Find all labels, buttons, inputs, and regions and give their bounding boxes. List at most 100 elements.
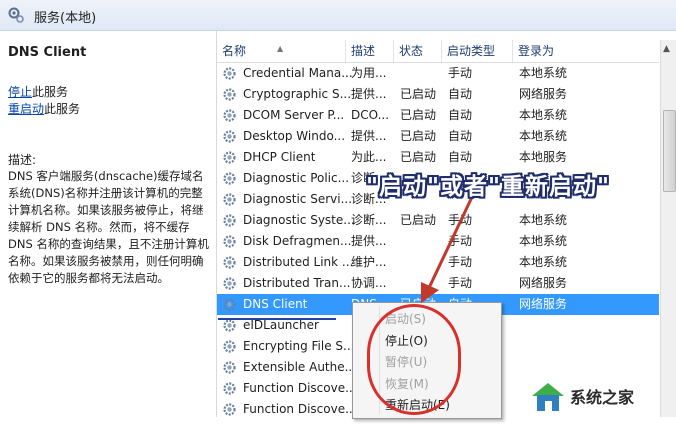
service-logon-cell: 本地系统 [519, 108, 568, 122]
service-gear-icon [222, 297, 237, 312]
restart-link-line: 重启动此服务 [8, 100, 80, 117]
service-gear-icon [222, 255, 237, 270]
service-gear-icon [222, 150, 237, 165]
service-gear-icon [222, 234, 237, 249]
column-header-description[interactable]: 描述 [346, 40, 394, 62]
service-name-cell: Disk Defragmen... [243, 234, 352, 248]
service-gear-icon [222, 192, 237, 207]
service-name-heading: DNS Client [8, 45, 87, 60]
column-header-status[interactable]: 状态 [394, 40, 442, 62]
stop-link-line: 停止此服务 [8, 83, 68, 100]
window-title: 服务(本地) [34, 11, 97, 26]
service-name-cell: DCOM Server P... [243, 108, 345, 122]
service-startup-cell: 手动 [448, 255, 473, 269]
service-logon-cell: 本地系统 [519, 255, 568, 269]
service-status-cell: 已启动 [400, 108, 437, 122]
service-gear-icon [222, 276, 237, 291]
service-desc-cell: 为用... [351, 66, 387, 80]
service-gear-icon [222, 171, 237, 186]
service-logon-cell: 本地系统 [519, 213, 568, 227]
column-header-startup-type[interactable]: 启动类型 [442, 40, 513, 62]
sort-ascending-icon: ▲ [277, 44, 284, 53]
column-header-name[interactable]: 名称 ▲ [217, 40, 346, 62]
service-name-cell: Desktop Windo... [243, 129, 346, 143]
service-name-cell: Distributed Tran... [243, 276, 351, 290]
service-desc-cell: DCO... [351, 108, 390, 122]
service-row[interactable]: Credential Mana... 为用... 手动 本地系统 [217, 63, 659, 84]
service-name-cell: Cryptographic S... [243, 87, 352, 101]
window-titlebar: 服务(本地) [0, 0, 676, 31]
service-name-cell: Diagnostic Syste... [243, 213, 355, 227]
service-startup-cell: 手动 [448, 213, 473, 227]
service-desc-cell: 诊断... [351, 213, 387, 227]
vertical-scrollbar[interactable]: ▲ [660, 40, 676, 417]
service-startup-cell: 自动 [448, 150, 473, 164]
restart-link-suffix: 此服务 [44, 102, 81, 116]
service-name-cell: Credential Mana... [243, 66, 353, 80]
service-status-cell: 已启动 [400, 150, 437, 164]
service-gear-icon [222, 66, 237, 81]
service-row[interactable]: Disk Defragmen... 提供... 手动 本地系统 [217, 231, 659, 252]
service-startup-cell: 自动 [448, 129, 473, 143]
service-desc-cell: 维护... [351, 255, 387, 269]
service-gear-icon [222, 213, 237, 228]
service-startup-cell: 自动 [448, 87, 473, 101]
service-name-cell: Diagnostic Polic... [243, 171, 350, 185]
service-row[interactable]: DCOM Server P... DCO... 已启动 自动 本地系统 [217, 105, 659, 126]
watermark-text: 系统之家 [570, 388, 635, 407]
service-startup-cell: 手动 [448, 66, 473, 80]
description-label: 描述: [8, 153, 37, 167]
stop-link-suffix: 此服务 [32, 85, 69, 99]
service-desc-cell: 提供... [351, 129, 387, 143]
service-description: DNS 客户端服务(dnscache)缓存域名系统(DNS)名称并注册该计算机的… [8, 169, 209, 285]
service-status-cell: 已启动 [400, 129, 437, 143]
service-name-cell: Function Discove... [243, 381, 357, 395]
house-logo-icon [532, 383, 564, 411]
scroll-up-icon[interactable]: ▲ [663, 44, 670, 54]
service-name-cell: Extensible Authe... [243, 360, 357, 374]
service-gear-icon [222, 318, 237, 333]
service-startup-cell: 自动 [448, 108, 473, 122]
service-detail-pane: DNS Client 停止此服务 重启动此服务 描述: DNS 客户端服务(dn… [0, 31, 217, 417]
stop-service-link[interactable]: 停止 [8, 85, 32, 99]
services-table-header: 名称 ▲ 描述 状态 启动类型 登录为 [217, 40, 659, 63]
service-gear-icon [222, 87, 237, 102]
service-gear-icon [222, 339, 237, 354]
instruction-annotation: "启动"或者"重新启动" [366, 174, 610, 200]
service-row[interactable]: Cryptographic S... 提供... 已启动 自动 网络服务 [217, 84, 659, 105]
column-header-logon-as[interactable]: 登录为 [513, 40, 659, 62]
services-icon [8, 7, 24, 23]
service-gear-icon [222, 360, 237, 375]
service-row[interactable]: Desktop Windo... 提供... 已启动 自动 本地系统 [217, 126, 659, 147]
service-row[interactable]: Distributed Link ... 维护... 手动 本地系统 [217, 252, 659, 273]
service-status-cell: 已启动 [400, 87, 437, 101]
service-logon-cell: 本地系统 [519, 129, 568, 143]
watermark: 系统之家 [528, 378, 674, 414]
service-gear-icon [222, 402, 237, 417]
service-logon-cell: 网络服务 [519, 297, 568, 311]
selection-underline-annotation [218, 318, 336, 320]
service-row[interactable]: DHCP Client 为此... 已启动 自动 本地服务 [217, 147, 659, 168]
service-desc-cell: 提供... [351, 234, 387, 248]
service-logon-cell: 网络服务 [519, 87, 568, 101]
highlight-oval-annotation [367, 304, 461, 415]
service-name-cell: Encrypting File S... [243, 339, 355, 353]
service-row[interactable]: Diagnostic Syste... 诊断... 已启动 手动 本地系统 [217, 210, 659, 231]
service-name-cell: DHCP Client [243, 150, 316, 164]
service-name-cell: DNS Client [243, 297, 308, 311]
scrollbar-thumb[interactable] [663, 110, 676, 192]
service-name-cell: Diagnostic Servi... [243, 192, 353, 206]
service-startup-cell: 手动 [448, 276, 473, 290]
service-gear-icon [222, 381, 237, 396]
service-startup-cell: 手动 [448, 234, 473, 248]
service-gear-icon [222, 129, 237, 144]
service-desc-cell: 为此... [351, 150, 387, 164]
service-row[interactable]: Distributed Tran... 协调... 手动 网络服务 [217, 273, 659, 294]
service-logon-cell: 本地系统 [519, 66, 568, 80]
service-gear-icon [222, 108, 237, 123]
service-logon-cell: 本地服务 [519, 150, 568, 164]
restart-service-link[interactable]: 重启动 [8, 102, 44, 116]
service-logon-cell: 网络服务 [519, 276, 568, 290]
service-desc-cell: 提供... [351, 87, 387, 101]
service-status-cell: 已启动 [400, 213, 437, 227]
